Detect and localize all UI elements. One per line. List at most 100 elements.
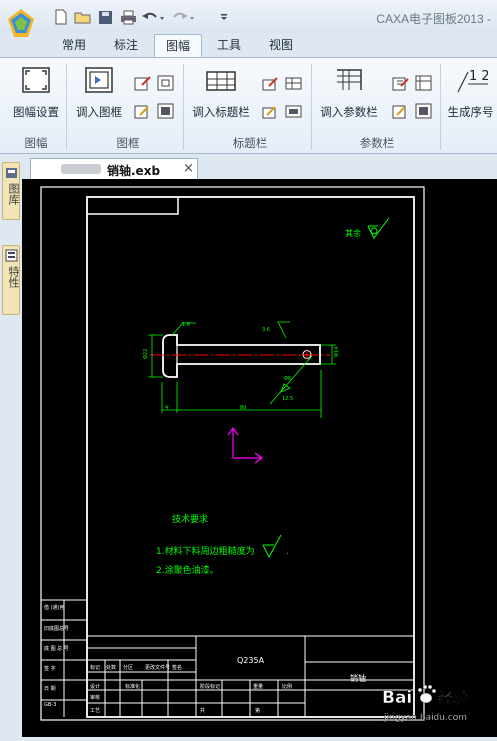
edit-title-block-icon[interactable]	[262, 75, 279, 91]
group-separator	[183, 64, 184, 150]
tab-tools[interactable]: 工具	[207, 34, 251, 56]
roughness-circle	[370, 227, 378, 235]
group-separator	[311, 64, 312, 150]
drawing-svg[interactable]: 借 (通)用旧底图总号底 图 总 号 签 字日 期GB-3 其余 1.6 3.6…	[22, 179, 497, 737]
svg-text:分区: 分区	[123, 664, 133, 671]
svg-text:GB-3: GB-3	[44, 702, 56, 708]
ribbon-tab-strip: 常用 标注 图幅 工具 视图	[0, 33, 497, 57]
roughness-note: 其余	[345, 228, 361, 238]
undo-icon[interactable]	[141, 8, 165, 26]
svg-text:标准化: 标准化	[125, 683, 140, 690]
roughness-bottom-label: Φ6	[284, 376, 291, 382]
tech-requirement-2: 2.涂聚色油漆。	[156, 564, 219, 576]
watermark-brand: Bai	[382, 688, 412, 708]
sheet-setup-icon	[22, 67, 50, 93]
watermark: Bai 经验 jingyan.baidu.com	[382, 680, 492, 728]
svg-text:底 图 总 号: 底 图 总 号	[44, 645, 69, 652]
chamfer-label: 1.6	[182, 322, 190, 328]
svg-text:更改文件号: 更改文件号	[145, 664, 170, 671]
svg-text:签 字: 签 字	[44, 665, 56, 672]
generate-sequence-label: 生成序号	[447, 105, 494, 119]
diameter-right-label: Φ14	[334, 347, 340, 357]
svg-text:审核: 审核	[90, 694, 100, 701]
material-label: Q235A	[237, 656, 265, 665]
customize-quick-access-icon[interactable]	[218, 8, 230, 26]
load-param-bar-label: 调入参数栏	[320, 105, 378, 119]
sequence-icon-text: 1 2	[469, 69, 488, 84]
dock-tab-library[interactable]: 图库	[2, 162, 20, 220]
svg-text:阶段标记: 阶段标记	[200, 683, 220, 690]
load-title-block-button[interactable]: 调入标题栏	[188, 66, 254, 120]
load-title-block-label: 调入标题栏	[192, 105, 250, 119]
param-bar-icon	[337, 69, 362, 90]
document-tab-strip: 销轴.exb ×	[22, 157, 497, 179]
define-frame-icon[interactable]	[157, 75, 174, 91]
document-tab-label: 销轴.exb	[107, 164, 161, 178]
frame-settings-icon[interactable]	[157, 103, 174, 119]
svg-text:比例: 比例	[282, 683, 292, 690]
pin-part[interactable]	[150, 334, 330, 378]
sheet-inner-border	[86, 196, 415, 718]
tab-sheet[interactable]: 图幅	[154, 34, 202, 57]
watermark-suffix: 经验	[438, 689, 469, 707]
save-frame-icon[interactable]	[134, 103, 151, 119]
group-separator	[66, 64, 67, 150]
svg-text:旧底图总号: 旧底图总号	[44, 625, 69, 632]
fill-title-block-icon[interactable]	[262, 103, 279, 119]
title-bar: CAXA电子图板2013 -	[0, 0, 497, 37]
fill-param-bar-icon[interactable]	[392, 103, 409, 119]
svg-text:处数: 处数	[106, 664, 116, 671]
svg-text:标记: 标记	[90, 664, 100, 671]
frame-icon	[85, 67, 113, 93]
sheet-setup-button[interactable]: 图幅设置	[8, 66, 64, 120]
title-block-icon	[206, 71, 236, 91]
load-frame-button[interactable]: 调入图框	[71, 66, 127, 120]
left-margin-table	[41, 599, 87, 717]
save-title-block-icon[interactable]	[285, 103, 302, 119]
part-name-label: 销轴	[350, 673, 366, 683]
redo-icon[interactable]	[171, 8, 195, 26]
tab-view[interactable]: 视图	[259, 34, 303, 56]
tab-common[interactable]: 常用	[52, 34, 96, 56]
length-label: 80	[240, 405, 246, 411]
group-label-title-block: 标题栏	[232, 136, 268, 150]
edit-param-bar-icon[interactable]	[392, 75, 409, 91]
tech-requirement-1: 1.材料下料周边粗糙度为	[156, 545, 255, 557]
close-tab-icon[interactable]: ×	[183, 161, 194, 176]
watermark-url: jingyan.baidu.com	[383, 713, 467, 723]
svg-text:共: 共	[200, 707, 205, 714]
generate-sequence-button[interactable]: 1 2 生成序号	[444, 66, 497, 120]
window-title: CAXA电子图板2013 -	[376, 12, 491, 26]
svg-text:设计: 设计	[90, 683, 100, 690]
roughness-top-label: 3.6	[262, 327, 270, 333]
group-label-param-bar: 参数栏	[359, 136, 395, 150]
tab-annotation[interactable]: 标注	[104, 34, 148, 56]
group-label-frame: 图框	[116, 136, 140, 150]
ribbon-panel: 图幅设置 调入图框 调入标题栏 调入参数栏 1 2 生成序号 图幅 图框 标题栏…	[0, 57, 497, 154]
open-file-icon[interactable]	[74, 8, 92, 26]
load-param-bar-button[interactable]: 调入参数栏	[316, 66, 382, 120]
svg-text:.: .	[286, 547, 289, 557]
svg-text:第: 第	[255, 707, 260, 714]
load-frame-label: 调入图框	[76, 105, 122, 119]
define-title-block-icon[interactable]	[285, 75, 302, 91]
print-icon[interactable]	[119, 8, 137, 26]
head-width-label: 4	[165, 405, 168, 411]
new-file-icon[interactable]	[53, 8, 69, 26]
save-icon[interactable]	[97, 8, 113, 26]
svg-text:日 期: 日 期	[44, 686, 56, 692]
dock-tab-library-label: 图库	[7, 183, 20, 205]
drawing-canvas[interactable]: 借 (通)用 旧底图总号底 图 总 号 签 字日 期 GB-3 其余 1.6 3…	[22, 179, 497, 737]
save-param-bar-icon[interactable]	[415, 103, 432, 119]
code-box	[87, 197, 179, 215]
diameter-left-label: Φ22	[143, 349, 149, 359]
svg-text:重量: 重量	[253, 683, 263, 690]
edit-frame-icon[interactable]	[134, 75, 151, 91]
sequence-number-icon: 1 2	[456, 69, 489, 93]
ucs-axis-icon	[227, 426, 264, 464]
define-param-bar-icon[interactable]	[415, 75, 432, 91]
document-tab[interactable]: 销轴.exb ×	[30, 158, 198, 179]
sheet-setup-label: 图幅设置	[13, 105, 59, 119]
dock-tab-properties[interactable]: 特性	[2, 245, 20, 315]
baidu-paw-icon: Bai 经验 jingyan.baidu.com	[382, 684, 469, 723]
